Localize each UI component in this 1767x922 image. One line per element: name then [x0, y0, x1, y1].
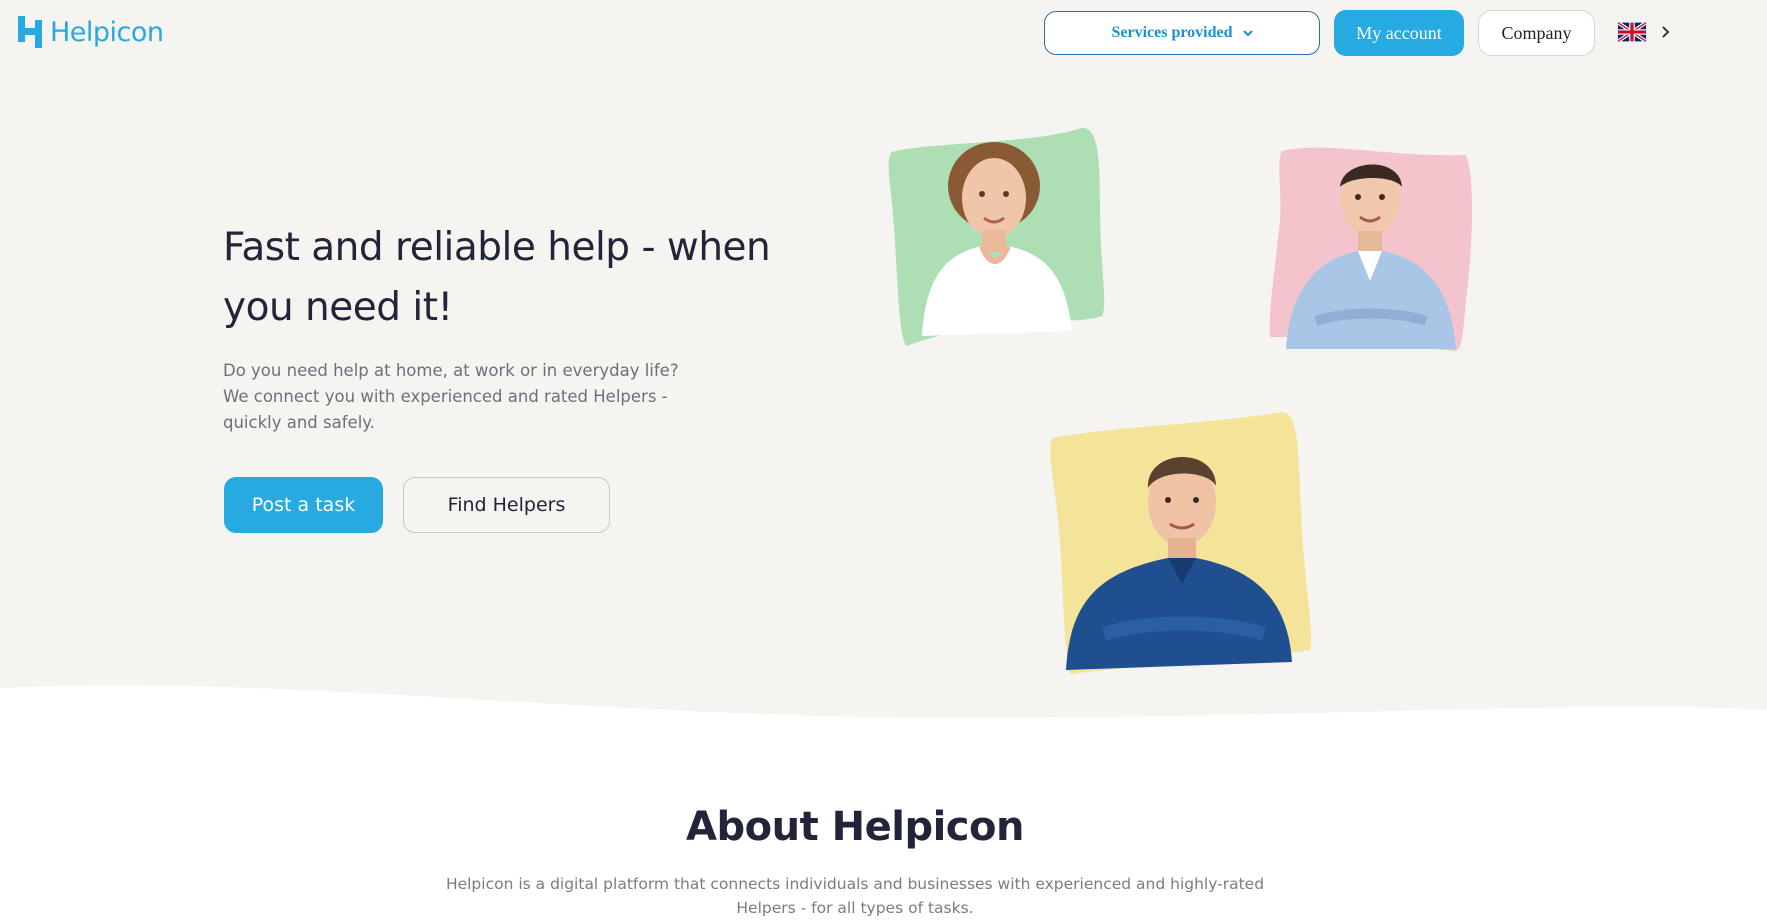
uk-flag-icon	[1618, 22, 1646, 42]
services-label: Services provided	[1111, 24, 1233, 41]
helper-photo-woman	[886, 126, 1108, 346]
post-task-button[interactable]: Post a task	[224, 477, 383, 533]
about-title: About Helpicon	[686, 804, 1024, 850]
hero-headline: Fast and reliable help - when you need i…	[223, 225, 771, 330]
helper-photo-man-casual	[1266, 141, 1482, 353]
company-button[interactable]: Company	[1478, 10, 1595, 56]
hero-subtext: Do you need help at home, at work or in …	[223, 361, 679, 432]
top-navigation: Services provided My account Company	[0, 10, 1767, 56]
language-selector[interactable]	[1618, 22, 1670, 42]
helper-photo-man-shirt	[1048, 412, 1312, 674]
find-helpers-button[interactable]: Find Helpers	[403, 477, 610, 533]
my-account-button[interactable]: My account	[1334, 10, 1464, 56]
hero-wave-divider	[0, 685, 1767, 760]
chevron-right-icon	[1662, 26, 1670, 38]
chevron-down-icon	[1242, 29, 1253, 36]
about-text: Helpicon is a digital platform that conn…	[445, 875, 1265, 917]
services-dropdown-button[interactable]: Services provided	[1044, 11, 1320, 55]
